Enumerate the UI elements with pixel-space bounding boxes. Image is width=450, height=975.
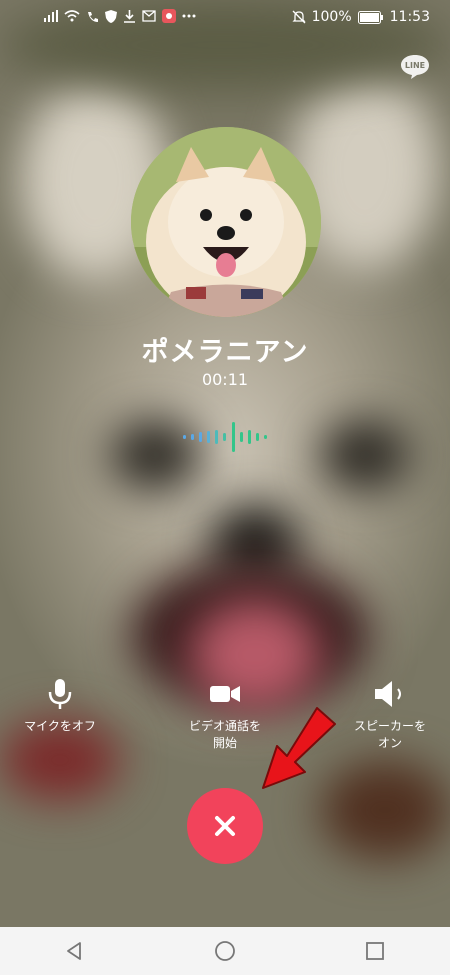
- shield-icon: [105, 9, 117, 23]
- speaker-icon: [375, 681, 401, 707]
- annotation-arrow-icon: [262, 707, 336, 789]
- mic-toggle-button[interactable]: マイクをオフ: [0, 678, 125, 735]
- back-icon[interactable]: [65, 941, 85, 961]
- app-icon: [162, 9, 176, 23]
- mute-icon: [292, 10, 306, 24]
- clock: 11:53: [389, 9, 430, 25]
- mic-toggle-label: マイクをオフ: [24, 719, 96, 733]
- line-logo-icon: LINE: [401, 55, 429, 79]
- caller-name: ポメラニアン: [141, 337, 309, 368]
- pomeranian-photo: [131, 127, 321, 317]
- audio-wave-icon: [183, 422, 267, 452]
- battery-icon: [357, 10, 383, 24]
- mail-icon: [142, 10, 156, 22]
- signal-icon: [44, 10, 58, 22]
- call-duration: 00:11: [201, 370, 249, 389]
- home-icon[interactable]: [214, 940, 236, 962]
- status-bar: 100% 11:53: [0, 0, 450, 36]
- microphone-icon: [48, 679, 72, 709]
- video-camera-icon: [210, 686, 240, 702]
- wifi-icon: [64, 10, 80, 22]
- end-call-button[interactable]: [187, 788, 263, 864]
- caller-avatar: [131, 127, 321, 317]
- line-logo-text: LINE: [405, 61, 425, 70]
- navigation-bar: [0, 927, 450, 975]
- close-icon: [215, 816, 235, 836]
- download-icon: [124, 9, 135, 23]
- call-icon: [88, 11, 98, 22]
- recents-icon[interactable]: [365, 941, 385, 961]
- battery-percent: 100%: [311, 9, 352, 25]
- more-icon: [182, 14, 196, 18]
